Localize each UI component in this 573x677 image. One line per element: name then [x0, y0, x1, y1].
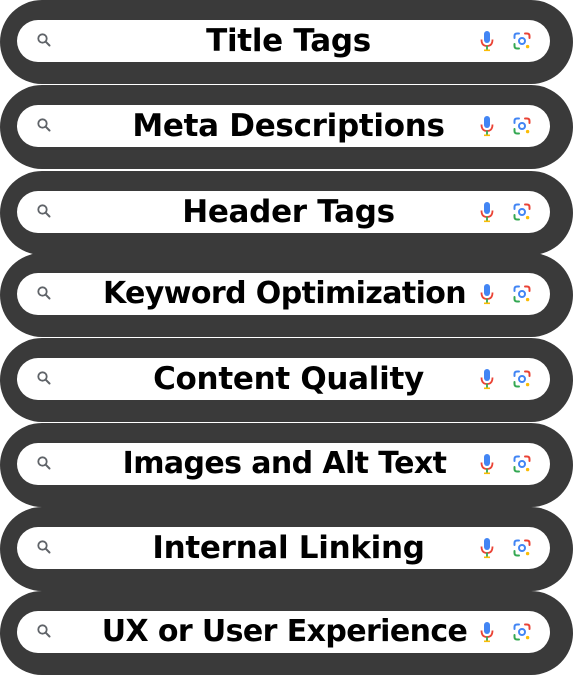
search-query-text: Images and Alt Text — [122, 446, 447, 481]
search-bar-3[interactable]: Header Tags — [17, 191, 550, 233]
search-bar-frame-3: Header Tags — [0, 171, 573, 255]
search-bar-5[interactable]: Content Quality — [17, 358, 550, 400]
search-icon — [37, 624, 51, 638]
search-query-text: UX or User Experience — [101, 614, 468, 649]
google-lens-icon[interactable] — [513, 285, 531, 303]
search-bar-4[interactable]: Keyword Optimization — [17, 273, 550, 315]
search-icon — [37, 204, 51, 218]
search-bar-frame-1: Title Tags — [0, 0, 573, 84]
search-bar-frame-7: Internal Linking — [0, 507, 573, 591]
search-query-text: Header Tags — [182, 194, 395, 230]
microphone-icon[interactable] — [479, 201, 495, 223]
search-icon — [37, 456, 51, 470]
microphone-icon[interactable] — [479, 115, 495, 137]
microphone-icon[interactable] — [479, 537, 495, 559]
google-lens-icon[interactable] — [513, 117, 531, 135]
search-query-text: Content Quality — [153, 361, 424, 397]
search-bar-stack: Title Tags Meta Descriptions Header Tags… — [0, 0, 573, 677]
search-query-text: Keyword Optimization — [102, 276, 467, 311]
microphone-icon[interactable] — [479, 30, 495, 52]
search-bar-frame-2: Meta Descriptions — [0, 85, 573, 169]
search-icon — [37, 286, 51, 300]
search-bar-frame-5: Content Quality — [0, 338, 573, 422]
search-bar-2[interactable]: Meta Descriptions — [17, 105, 550, 147]
microphone-icon[interactable] — [479, 283, 495, 305]
google-lens-icon[interactable] — [513, 539, 531, 557]
search-bar-frame-8: UX or User Experience — [0, 591, 573, 675]
search-icon — [37, 33, 51, 47]
search-bar-7[interactable]: Internal Linking — [17, 527, 550, 569]
search-bar-frame-4: Keyword Optimization — [0, 253, 573, 337]
google-lens-icon[interactable] — [513, 203, 531, 221]
google-lens-icon[interactable] — [513, 455, 531, 473]
search-icon — [37, 118, 51, 132]
google-lens-icon[interactable] — [513, 370, 531, 388]
search-query-text: Internal Linking — [152, 530, 425, 566]
search-icon — [37, 371, 51, 385]
microphone-icon[interactable] — [479, 453, 495, 475]
google-lens-icon[interactable] — [513, 32, 531, 50]
search-bar-8[interactable]: UX or User Experience — [17, 611, 550, 653]
search-query-text: Title Tags — [206, 23, 371, 59]
search-query-text: Meta Descriptions — [132, 108, 445, 144]
search-bar-6[interactable]: Images and Alt Text — [17, 443, 550, 485]
google-lens-icon[interactable] — [513, 623, 531, 641]
microphone-icon[interactable] — [479, 368, 495, 390]
search-icon — [37, 540, 51, 554]
search-bar-frame-6: Images and Alt Text — [0, 423, 573, 507]
microphone-icon[interactable] — [479, 621, 495, 643]
search-bar-1[interactable]: Title Tags — [17, 20, 550, 62]
